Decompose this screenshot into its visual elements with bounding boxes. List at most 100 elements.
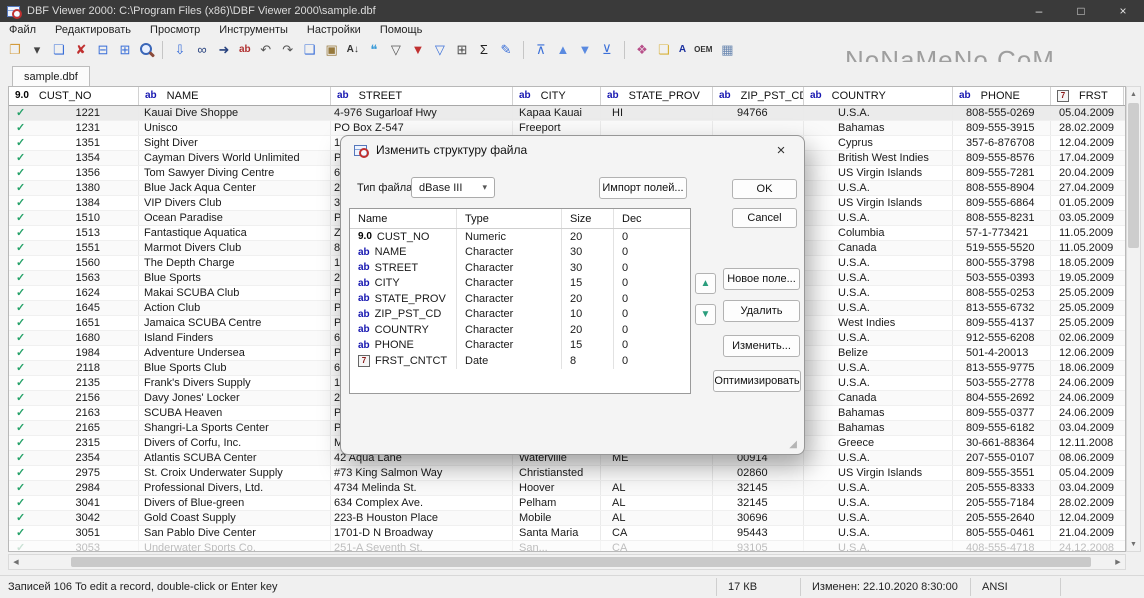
column-header[interactable]: ab PHONE xyxy=(953,87,1051,105)
memo-icon[interactable]: ❏ xyxy=(654,40,674,60)
scroll-left-icon[interactable]: ◀ xyxy=(9,555,23,569)
grid-icon[interactable]: ⊞ xyxy=(452,40,472,60)
table-row[interactable]: ✓2975St. Croix Underwater Supply#73 King… xyxy=(9,466,1125,481)
cust-no-value: 1513 xyxy=(28,226,138,240)
new-field-button[interactable]: Новое поле... xyxy=(723,268,800,290)
table-row[interactable]: ✓3051San Pablo Dive Center1701-D N Broad… xyxy=(9,526,1125,541)
font-icon[interactable]: A xyxy=(676,40,689,60)
cell-street: PO Box Z-547 xyxy=(331,121,513,135)
menu-item[interactable]: Просмотр xyxy=(150,24,200,36)
record-check-icon: ✓ xyxy=(9,451,28,465)
cust-no-value: 2165 xyxy=(28,421,138,435)
menu-bar: Файл Редактировать Просмотр Инструменты Наст… xyxy=(0,22,1144,37)
new-file-icon[interactable]: ❏ xyxy=(49,40,69,60)
open-file-icon[interactable]: ❐ xyxy=(5,40,25,60)
filter-icon[interactable]: ▼ xyxy=(408,40,428,60)
column-header[interactable]: ab COUNTRY xyxy=(804,87,953,105)
cust-no-value: 1680 xyxy=(28,331,138,345)
format-brush-icon[interactable]: ✎ xyxy=(496,40,516,60)
CUST_NO[interactable]: 9.0 CUST_NO Numeric 20 0 xyxy=(350,229,690,245)
open-file-caret-icon[interactable]: ▾ xyxy=(27,40,47,60)
vertical-scroll-thumb[interactable] xyxy=(1128,103,1139,248)
move-field-down-button[interactable]: ▼ xyxy=(695,304,716,325)
column-header[interactable]: ab NAME xyxy=(139,87,331,105)
scroll-down-icon[interactable]: ▼ xyxy=(1127,537,1140,551)
cust-no-value: 2118 xyxy=(28,361,138,375)
record-check-icon: ✓ xyxy=(9,496,28,510)
menu-item[interactable]: Инструменты xyxy=(219,24,288,36)
import-fields-button[interactable]: Импорт полей... xyxy=(599,177,687,199)
fields-icon[interactable]: ⊞ xyxy=(115,40,135,60)
filter-remove-icon[interactable]: ▽ xyxy=(386,40,406,60)
find-next-icon[interactable]: ➜ xyxy=(214,40,234,60)
copy-icon[interactable]: ❑ xyxy=(300,40,320,60)
column-header[interactable]: 9.0 CUST_NO xyxy=(9,87,139,105)
column-header[interactable]: ab ZIP_PST_CD xyxy=(713,87,804,105)
FRST_CNTCT[interactable]: 7 FRST_CNTCT Date 8 0 xyxy=(350,353,690,369)
find-icon[interactable]: ∞ xyxy=(192,40,212,60)
nav-last-icon[interactable]: ⊻ xyxy=(597,40,617,60)
paste-icon[interactable]: ▣ xyxy=(322,40,342,60)
ZIP_PST_CD[interactable]: ab ZIP_PST_CD Character 10 0 xyxy=(350,307,690,323)
redo-icon[interactable]: ↷ xyxy=(278,40,298,60)
oem-icon[interactable]: OEM xyxy=(691,40,715,60)
file-type-select[interactable]: dBase III ▾ xyxy=(411,177,495,198)
COUNTRY[interactable]: ab COUNTRY Character 20 0 xyxy=(350,322,690,338)
tab-sample-dbf[interactable]: sample.dbf xyxy=(12,66,90,86)
cell-zip: 95443 xyxy=(713,526,804,540)
vertical-scrollbar[interactable]: ▲ ▼ xyxy=(1126,86,1141,552)
minimize-button[interactable]: – xyxy=(1018,0,1060,22)
field-size: 30 xyxy=(562,245,614,261)
delete-field-button[interactable]: Удалить xyxy=(723,300,800,322)
menu-item[interactable]: Файл xyxy=(9,24,36,36)
nav-next-icon[interactable]: ▼ xyxy=(575,40,595,60)
edit-field-button[interactable]: Изменить... xyxy=(723,335,800,357)
edit-structure-icon[interactable]: ⊟ xyxy=(93,40,113,60)
menu-item[interactable]: Редактировать xyxy=(55,24,131,36)
table-row[interactable]: ✓3042Gold Coast Supply223-B Houston Plac… xyxy=(9,511,1125,526)
export-icon[interactable]: ⇩ xyxy=(170,40,190,60)
maximize-button[interactable]: □ xyxy=(1060,0,1102,22)
sort-icon[interactable]: A↓ xyxy=(344,40,362,60)
cell-name: Frank's Divers Supply xyxy=(139,376,331,390)
scroll-up-icon[interactable]: ▲ xyxy=(1127,87,1140,101)
PHONE[interactable]: ab PHONE Character 15 0 xyxy=(350,338,690,354)
table-row[interactable]: ✓1231UniscoPO Box Z-547FreeportBahamas80… xyxy=(9,121,1125,136)
menu-item[interactable]: Настройки xyxy=(307,24,361,36)
undo-icon[interactable]: ↶ xyxy=(256,40,276,60)
color-palette-icon[interactable]: ❖ xyxy=(632,40,652,60)
CITY[interactable]: ab CITY Character 15 0 xyxy=(350,276,690,292)
ok-button[interactable]: OK xyxy=(732,179,797,199)
column-header[interactable]: ab CITY xyxy=(513,87,601,105)
sum-icon[interactable]: Σ xyxy=(474,40,494,60)
cancel-button[interactable]: Cancel xyxy=(732,208,797,228)
export-image-icon[interactable]: ▦ xyxy=(717,40,737,60)
optimize-button[interactable]: Оптимизировать xyxy=(713,370,801,392)
column-header[interactable]: ab STREET xyxy=(331,87,513,105)
scroll-right-icon[interactable]: ▶ xyxy=(1111,555,1125,569)
move-field-up-button[interactable]: ▲ xyxy=(695,273,716,294)
table-row[interactable]: ✓3053Underwater Sports Co.251-A Seventh … xyxy=(9,541,1125,552)
nav-prev-icon[interactable]: ▲ xyxy=(553,40,573,60)
dialog-close-icon[interactable]: × xyxy=(770,140,792,160)
delete-record-icon[interactable]: ✘ xyxy=(71,40,91,60)
menu-item[interactable]: Помощь xyxy=(380,24,423,36)
STATE_PROV[interactable]: ab STATE_PROV Character 20 0 xyxy=(350,291,690,307)
resize-grip[interactable]: ◢ xyxy=(789,439,797,450)
close-button[interactable]: × xyxy=(1102,0,1144,22)
nav-first-icon[interactable]: ⊼ xyxy=(531,40,551,60)
table-row[interactable]: ✓2984Professional Divers, Ltd.4734 Melin… xyxy=(9,481,1125,496)
comment-icon[interactable]: ❝ xyxy=(364,40,384,60)
replace-icon[interactable]: ab xyxy=(236,40,254,60)
search-icon[interactable] xyxy=(137,41,155,59)
filter-custom-icon[interactable]: ▽ xyxy=(430,40,450,60)
column-header[interactable]: ab STATE_PROV xyxy=(601,87,713,105)
column-header[interactable]: 7 FRST xyxy=(1051,87,1124,105)
horizontal-scrollbar[interactable]: ◀ ▶ xyxy=(8,554,1126,570)
cell-country: U.S.A. xyxy=(804,301,953,315)
horizontal-scroll-thumb[interactable] xyxy=(71,557,1091,567)
table-row[interactable]: ✓3041Divers of Blue-green634 Complex Ave… xyxy=(9,496,1125,511)
table-row[interactable]: ✓1221Kauai Dive Shoppe4-976 Sugarloaf Hw… xyxy=(9,106,1125,121)
NAME[interactable]: ab NAME Character 30 0 xyxy=(350,245,690,261)
STREET[interactable]: ab STREET Character 30 0 xyxy=(350,260,690,276)
